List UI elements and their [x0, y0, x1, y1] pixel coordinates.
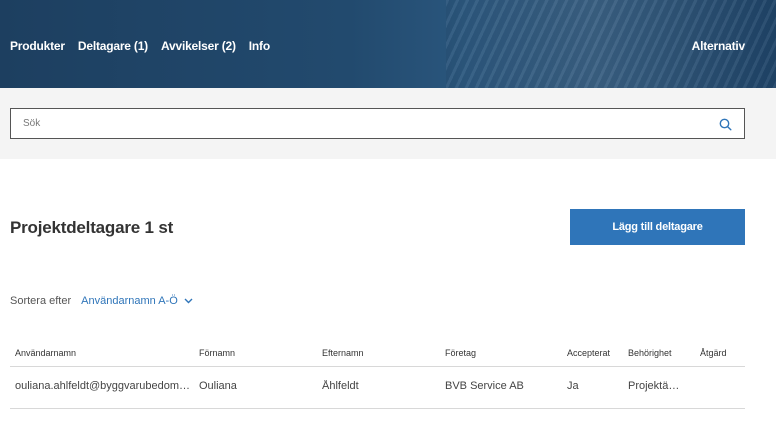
col-header-accepted[interactable]: Accepterat [567, 348, 622, 358]
cell-firstname: Ouliana [199, 380, 237, 392]
cell-accepted: Ja [567, 380, 579, 392]
col-header-permission[interactable]: Behörighet [628, 348, 680, 358]
participants-table: Användarnamn Förnamn Efternamn Företag A… [10, 346, 745, 409]
alternativ-menu[interactable]: Alternativ [692, 39, 746, 53]
sort-select[interactable]: Användarnamn A-Ö [81, 295, 193, 307]
cell-company: BVB Service AB [445, 380, 524, 392]
chevron-down-icon [184, 298, 193, 304]
main-nav: Produkter Deltagare (1) Avvikelser (2) I… [10, 39, 270, 53]
search-input[interactable] [23, 109, 703, 138]
nav-avvikelser[interactable]: Avvikelser (2) [161, 39, 236, 53]
sort-selected-value: Användarnamn A-Ö [81, 295, 178, 307]
cell-username: ouliana.ahlfeldt@byggvarubedom… [15, 380, 191, 392]
col-header-username[interactable]: Användarnamn [15, 348, 193, 358]
page-title: Projektdeltagare 1 st [10, 218, 174, 237]
col-header-action: Åtgärd [700, 348, 727, 358]
add-participant-button[interactable]: Lägg till deltagare [570, 209, 745, 245]
sort-label: Sortera efter [10, 295, 72, 307]
table-header: Användarnamn Förnamn Efternamn Företag A… [10, 346, 745, 367]
nav-deltagare[interactable]: Deltagare (1) [78, 39, 148, 53]
table-row[interactable]: ouliana.ahlfeldt@byggvarubedom… Ouliana … [10, 367, 745, 409]
top-banner: Produkter Deltagare (1) Avvikelser (2) I… [0, 0, 776, 88]
cell-lastname: Åhlfeldt [322, 380, 359, 392]
search-box [10, 108, 745, 139]
col-header-lastname[interactable]: Efternamn [322, 348, 432, 358]
col-header-company[interactable]: Företag [445, 348, 555, 358]
cell-permission: Projektä… [628, 380, 680, 392]
nav-produkter[interactable]: Produkter [10, 39, 65, 53]
col-header-firstname[interactable]: Förnamn [199, 348, 309, 358]
sort-control: Sortera efter Användarnamn A-Ö [10, 295, 193, 307]
search-icon[interactable] [719, 118, 732, 131]
search-section [0, 88, 776, 159]
nav-info[interactable]: Info [249, 39, 270, 53]
